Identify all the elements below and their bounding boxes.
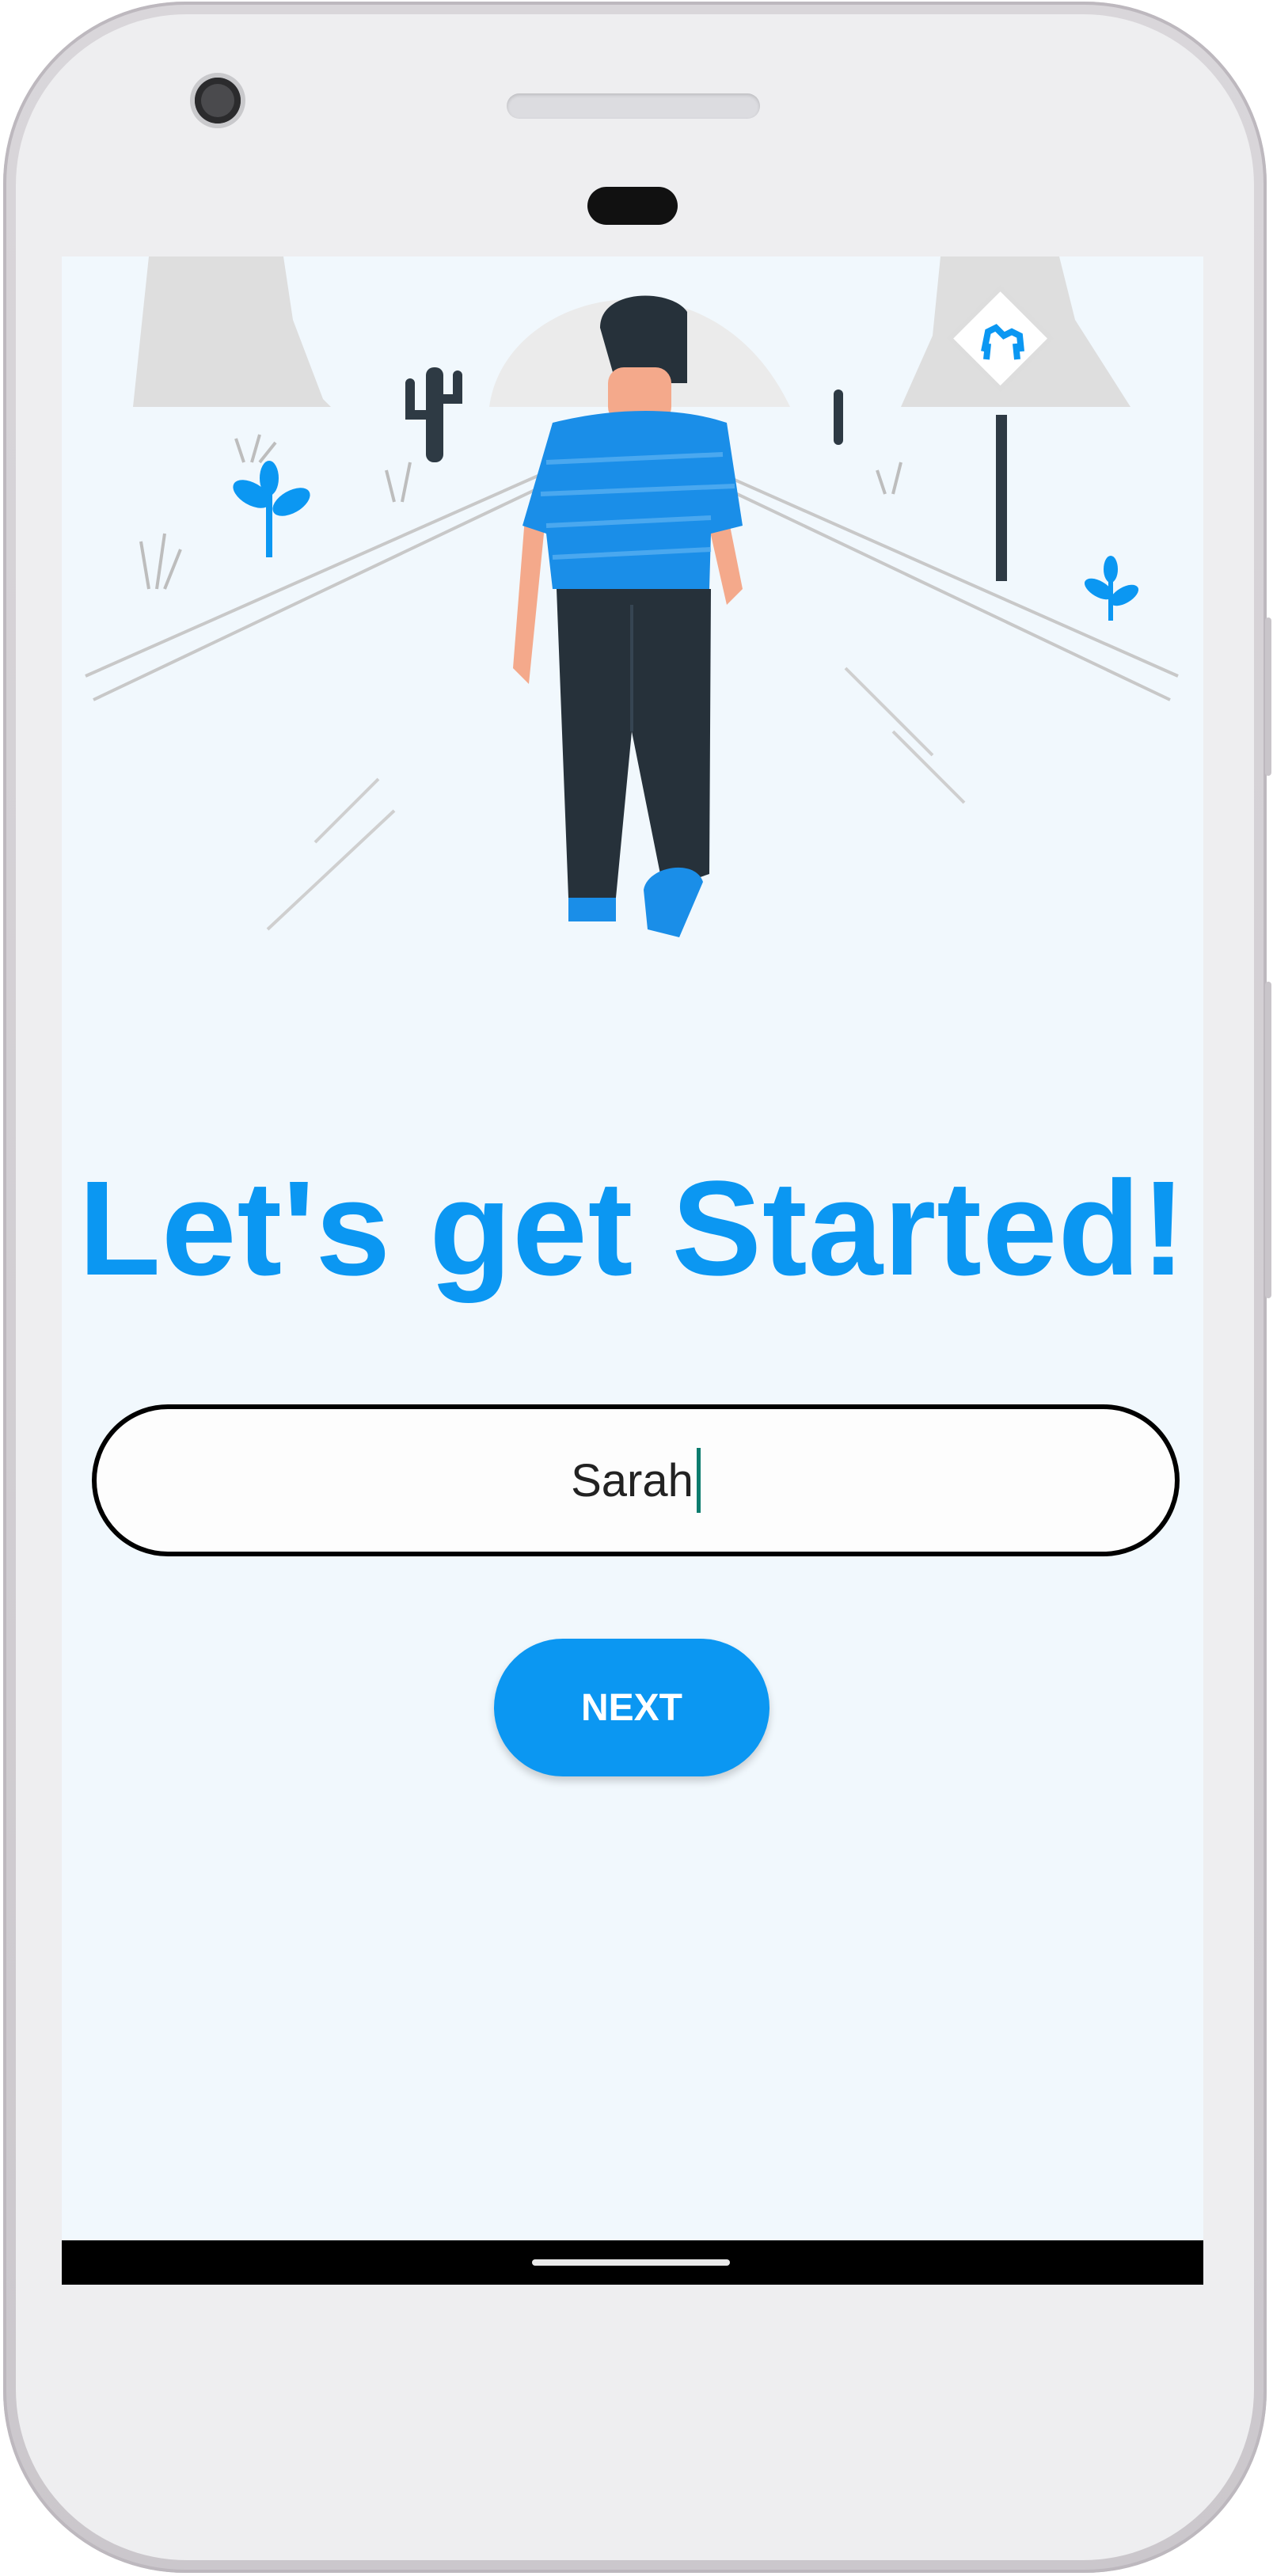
proximity-sensor <box>587 187 678 225</box>
name-input-value: Sarah <box>571 1454 694 1506</box>
next-button[interactable]: NEXT <box>494 1639 770 1776</box>
power-button <box>1265 982 1271 1298</box>
front-camera-icon <box>195 78 241 123</box>
volume-button <box>1265 617 1271 776</box>
app-screen: Let's get Started! Sarah NEXT <box>62 256 1203 2240</box>
home-gesture-handle[interactable] <box>532 2259 730 2266</box>
earpiece-speaker <box>507 93 760 119</box>
page-title: Let's get Started! <box>78 1153 1187 1304</box>
text-cursor <box>696 1448 701 1513</box>
name-input[interactable]: Sarah <box>92 1404 1180 1556</box>
walking-man-illustration <box>85 256 1179 937</box>
system-navigation-bar <box>62 2240 1203 2285</box>
